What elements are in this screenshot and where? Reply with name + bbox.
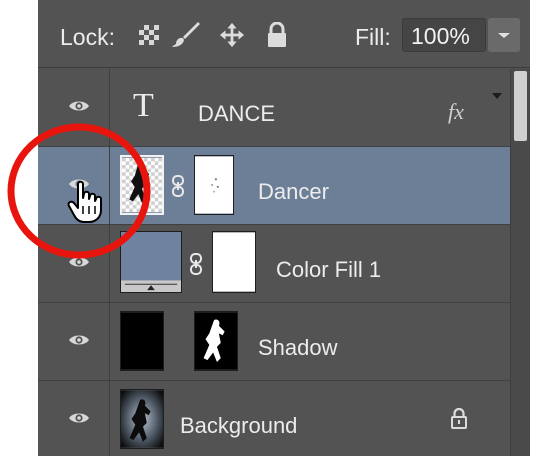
lock-icon	[451, 407, 467, 429]
layer-mask-thumbnail	[194, 155, 234, 215]
eye-icon	[69, 335, 89, 345]
hand-pointer-cursor-icon	[67, 180, 102, 223]
layer-name: Color Fill 1	[276, 257, 382, 282]
lock-all-icon[interactable]	[266, 22, 288, 48]
layer-mask-thumbnail	[194, 311, 238, 371]
lock-transparent-pixels-icon[interactable]	[136, 22, 162, 48]
layer-name: Shadow	[258, 335, 338, 360]
layer-name: Background	[180, 413, 298, 438]
lock-image-pixels-icon[interactable]	[172, 22, 202, 48]
layer-thumbnail	[120, 311, 164, 371]
scrollbar-thumb[interactable]	[514, 71, 527, 141]
fill-slider-dropdown-button[interactable]	[488, 18, 520, 52]
lock-position-icon[interactable]	[218, 22, 246, 48]
eye-icon	[69, 413, 89, 423]
eye-icon	[69, 101, 89, 111]
chain-link-icon[interactable]	[189, 253, 203, 275]
layer-name: Dancer	[258, 179, 329, 204]
fill-opacity-input[interactable]: 100%	[402, 18, 486, 52]
lock-fill-bar: Lock: Fill: 100%	[38, 0, 530, 68]
visibility-toggle[interactable]	[38, 303, 110, 380]
layer-name: DANCE	[198, 101, 276, 126]
layers-scrollbar[interactable]	[510, 69, 530, 456]
lock-label: Lock:	[60, 24, 115, 50]
text-layer-type-icon: T	[133, 87, 154, 124]
fill-label: Fill:	[355, 24, 391, 50]
chain-link-icon[interactable]	[171, 175, 185, 197]
layer-effects-icon[interactable]: fx	[448, 99, 464, 125]
visibility-toggle[interactable]	[38, 381, 110, 456]
layer-row-shadow[interactable]: Shadow	[38, 303, 510, 381]
layer-thumbnail	[120, 389, 164, 449]
layer-row-background[interactable]: Background	[38, 381, 510, 456]
fx-dropdown-arrow-icon[interactable]	[492, 93, 502, 99]
layer-mask-thumbnail	[212, 231, 256, 293]
